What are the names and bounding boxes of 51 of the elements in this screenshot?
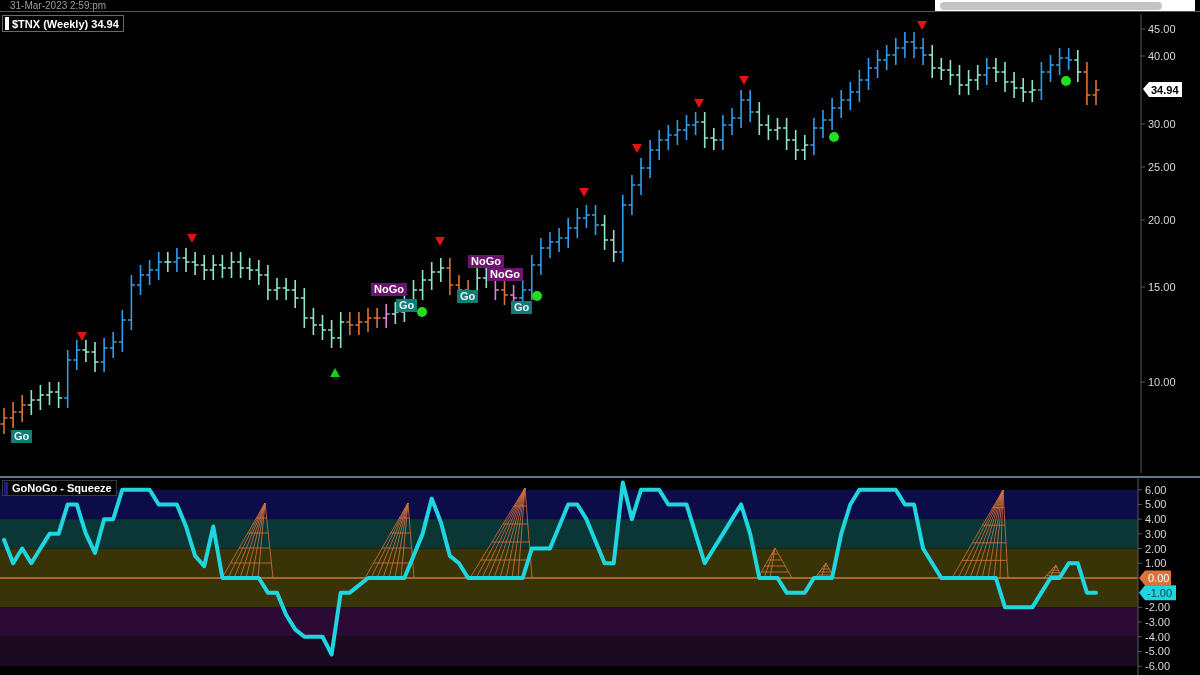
down-triangle-icon xyxy=(917,21,927,30)
axis-label: -4.00 xyxy=(1145,630,1171,643)
axis-label: 4.00 xyxy=(1145,513,1167,526)
squeeze-spike xyxy=(757,547,793,579)
price-axis-label: 25.00 xyxy=(1148,161,1176,173)
chart-title: GoNoGo - Squeeze xyxy=(12,481,112,495)
last-value-tag: -1.00 xyxy=(1139,585,1176,601)
scrollbar-thumb[interactable] xyxy=(940,1,1162,10)
down-triangle-icon xyxy=(435,237,445,246)
dot-icon xyxy=(532,291,542,301)
signal-tag: Go xyxy=(457,290,479,303)
down-triangle-icon xyxy=(77,332,87,341)
timestamp: 31-Mar-2023 2:59:pm xyxy=(10,0,107,11)
axis-label: -5.00 xyxy=(1145,645,1171,658)
price-axis-label: 45.00 xyxy=(1148,23,1176,35)
down-triangle-icon xyxy=(694,99,704,108)
axis-label: 5.00 xyxy=(1145,498,1167,511)
price-axis-label: 15.00 xyxy=(1148,281,1176,293)
signal-tag: NoGo xyxy=(487,268,523,281)
down-triangle-icon xyxy=(579,188,589,197)
horizontal-scrollbar[interactable] xyxy=(935,0,1195,11)
zero-line-tag: 0.00 xyxy=(1139,570,1171,586)
signal-tag: Go xyxy=(396,299,418,312)
signal-tag: NoGo xyxy=(371,283,407,296)
squeeze-spike xyxy=(1043,564,1063,579)
chart-title: $TNX (Weekly) 34.94 xyxy=(12,16,119,31)
price-axis-label: 10.00 xyxy=(1148,376,1176,388)
axis-label: 2.00 xyxy=(1145,542,1167,555)
ref-line-label: 0.00 xyxy=(1148,571,1170,584)
legend-swatch-icon xyxy=(5,17,9,30)
last-price-tag: 34.94 xyxy=(1143,82,1182,97)
signal-tag: Go xyxy=(11,430,33,443)
signal-tag: Go xyxy=(511,301,533,314)
down-triangle-icon xyxy=(187,234,197,243)
axis-label: -6.00 xyxy=(1145,660,1171,673)
signal-tag: NoGo xyxy=(468,255,504,268)
down-triangle-icon xyxy=(739,76,749,85)
dot-icon xyxy=(1061,76,1071,86)
price-axis-label: 30.00 xyxy=(1148,118,1176,130)
axis-label: 3.00 xyxy=(1145,527,1167,540)
axis-label: 6.00 xyxy=(1145,483,1167,496)
down-triangle-icon xyxy=(632,144,642,153)
price-axis-label: 20.00 xyxy=(1148,214,1176,226)
axis-label: -2.00 xyxy=(1145,601,1171,614)
up-triangle-icon xyxy=(330,368,340,377)
dot-icon xyxy=(417,307,427,317)
axis-label: 1.00 xyxy=(1145,557,1167,570)
axis-label: -3.00 xyxy=(1145,616,1171,629)
dot-icon xyxy=(829,132,839,142)
price-axis-label: 40.00 xyxy=(1148,50,1176,62)
legend-swatch-icon xyxy=(4,481,8,495)
